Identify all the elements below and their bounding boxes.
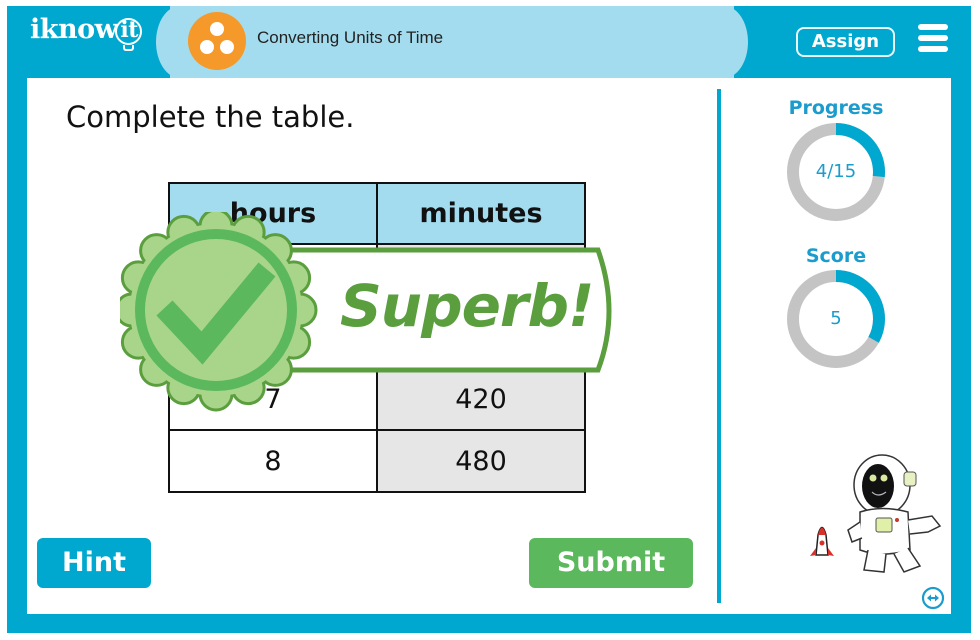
column-header-minutes: minutes — [376, 182, 586, 245]
hours-cell: 8 — [168, 429, 378, 493]
iknowit-logo[interactable]: iknow it — [30, 14, 143, 51]
lightbulb-icon: it — [115, 14, 143, 51]
column-header-hours: hours — [168, 182, 378, 245]
table-row: 8 480 — [168, 429, 586, 493]
expand-horizontal-icon[interactable] — [921, 586, 945, 610]
hamburger-menu-icon[interactable] — [918, 24, 948, 54]
hint-button[interactable]: Hint — [37, 538, 151, 588]
astronaut-body — [847, 454, 942, 573]
assign-button[interactable]: Assign — [796, 27, 895, 57]
rocket-icon — [810, 526, 834, 556]
progress-label: Progress — [788, 97, 884, 119]
feedback-message: Superb! — [340, 272, 594, 340]
submit-button[interactable]: Submit — [529, 538, 693, 588]
table-row: 7 420 — [168, 367, 586, 431]
logo-text: iknow — [30, 14, 118, 45]
progress-value: 4/15 — [815, 161, 857, 182]
score-value: 5 — [830, 308, 842, 329]
question-prompt: Complete the table. — [66, 100, 355, 134]
three-dots-circle-icon — [188, 12, 246, 70]
hours-cell: 7 — [168, 367, 378, 431]
astronaut-robot-mascot — [810, 454, 942, 573]
topic-title: Converting Units of Time — [257, 28, 444, 47]
minutes-answer-cell[interactable]: 480 — [376, 429, 586, 493]
table-header-row: hours minutes — [168, 182, 586, 245]
panel-divider — [717, 89, 721, 603]
header-topic-bar — [156, 6, 748, 78]
score-label: Score — [805, 245, 867, 267]
minutes-answer-cell[interactable]: 420 — [376, 367, 586, 431]
